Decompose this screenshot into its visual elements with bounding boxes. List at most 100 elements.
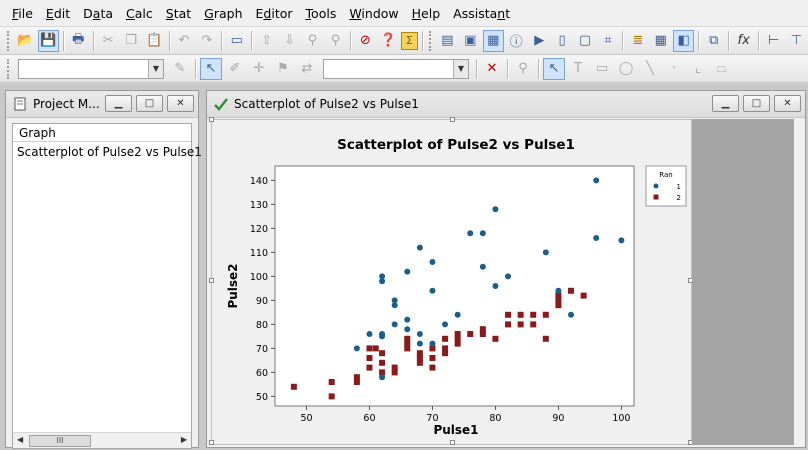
worksheet-icon[interactable]: ▤ bbox=[437, 30, 458, 52]
menu-item[interactable]: Help bbox=[412, 6, 441, 21]
list-header[interactable]: Graph bbox=[13, 124, 191, 142]
data-point-series-2 bbox=[568, 287, 575, 294]
insert-rows-icon[interactable]: ⊢ bbox=[763, 30, 784, 52]
copy-icon[interactable]: ❐ bbox=[121, 30, 142, 52]
data-window-icon[interactable]: ▦ bbox=[650, 30, 671, 52]
close-all-graphs-icon[interactable]: ⧉ bbox=[703, 30, 724, 52]
menu-item[interactable]: File bbox=[12, 6, 33, 21]
toolbar-grip[interactable] bbox=[7, 58, 11, 79]
resize-handle[interactable] bbox=[209, 278, 214, 283]
flag-icon[interactable]: ⚑ bbox=[272, 58, 294, 80]
data-point-series-2 bbox=[454, 331, 461, 337]
separator bbox=[251, 30, 253, 51]
close-button[interactable]: ✕ bbox=[167, 95, 194, 112]
open-icon[interactable]: 📂 bbox=[15, 30, 36, 52]
paste-icon[interactable]: 📋 bbox=[144, 30, 165, 52]
item-select-dropdown[interactable]: ▼ bbox=[18, 58, 164, 79]
separator bbox=[728, 30, 730, 51]
brush-icon[interactable]: ✐ bbox=[224, 58, 246, 80]
y-axis: 50 60 70 80 90 100 110 120 130 140 bbox=[250, 176, 275, 403]
polyline-tool-icon[interactable]: ⌞ bbox=[687, 58, 709, 80]
resize-handle[interactable] bbox=[450, 440, 455, 445]
menu-item[interactable]: Assistant bbox=[453, 6, 510, 21]
find-next-icon[interactable]: ⚲ bbox=[325, 30, 346, 52]
swap-icon[interactable]: ⇄ bbox=[296, 58, 318, 80]
arrow-up-icon[interactable]: ⇧ bbox=[256, 30, 277, 52]
graph-editing-toolbar: ▼ ✎ ↖ ✐ ✛ ⚑ ⇄ ▼ ✕ ⚲ ↖ T ▭ ◯ ╲ · ⌞ ⏢ bbox=[0, 55, 808, 83]
menu-item[interactable]: Window bbox=[349, 6, 398, 21]
formula-icon[interactable]: fx bbox=[733, 30, 754, 52]
new-document-icon[interactable]: ▢ bbox=[575, 30, 596, 52]
help-icon[interactable]: ❓ bbox=[378, 30, 399, 52]
minimize-button[interactable]: ▁ bbox=[712, 95, 739, 112]
maximize-button[interactable]: □ bbox=[136, 95, 163, 112]
cancel-icon[interactable]: ⊘ bbox=[355, 30, 376, 52]
graph-window-titlebar[interactable]: Scatterplot of Pulse2 vs Pulse1 ▁ □ ✕ bbox=[207, 91, 805, 118]
menu-item[interactable]: Calc bbox=[126, 6, 153, 21]
select-pointer-icon[interactable]: ↖ bbox=[200, 57, 222, 80]
standard-toolbar: 📂 💾 🖶 ✂ ❐ 📋 ↶ ↷ ▭ ⇧ ⇩ ⚲ ⚲ ⊘ ❓ Σ ▤ ▣ ▦ ⓘ … bbox=[0, 27, 808, 55]
cut-icon[interactable]: ✂ bbox=[98, 30, 119, 52]
related-docs-icon[interactable]: ⌗ bbox=[598, 30, 619, 52]
assistant-icon[interactable]: Σ bbox=[400, 31, 419, 50]
scroll-left-icon[interactable]: ◀ bbox=[17, 435, 23, 444]
arrow-down-icon[interactable]: ⇩ bbox=[279, 30, 300, 52]
legend-label-2: 2 bbox=[677, 194, 681, 202]
annotation-select-icon[interactable]: ↖ bbox=[543, 57, 565, 80]
toolbar-grip[interactable] bbox=[7, 30, 11, 51]
maximize-button[interactable]: □ bbox=[743, 95, 770, 112]
graph-page[interactable]: Scatterplot of Pulse2 vs Pulse1 50 60 70 80… bbox=[209, 117, 693, 445]
data-point-series-1 bbox=[416, 244, 423, 251]
project-manager-list: Graph Scatterplot of Pulse2 vs Pulse1 ◀ … bbox=[12, 123, 202, 449]
ellipse-tool-icon[interactable]: ◯ bbox=[615, 58, 637, 80]
menu-item[interactable]: Graph bbox=[204, 6, 242, 21]
resize-handle[interactable] bbox=[450, 117, 455, 122]
menu-item[interactable]: Stat bbox=[166, 6, 191, 21]
minimize-button[interactable]: ▁ bbox=[105, 95, 132, 112]
save-icon[interactable]: 💾 bbox=[37, 29, 59, 52]
project-manager-titlebar[interactable]: Project M... ▁ □ ✕ bbox=[6, 91, 198, 118]
scroll-thumb[interactable]: III bbox=[29, 435, 91, 447]
crosshairs-icon[interactable]: ✛ bbox=[248, 58, 270, 80]
zoom-icon[interactable]: ⚲ bbox=[512, 58, 534, 80]
x-tick-label: 90 bbox=[552, 413, 564, 424]
brush-columns-dropdown[interactable]: ▼ bbox=[323, 58, 469, 79]
menu-item[interactable]: Tools bbox=[306, 6, 337, 21]
menu-item[interactable]: Editor bbox=[256, 6, 293, 21]
tile-windows-icon[interactable]: ▣ bbox=[460, 30, 481, 52]
menu-item[interactable]: Edit bbox=[46, 6, 70, 21]
line-tool-icon[interactable]: ╲ bbox=[639, 58, 661, 80]
text-tool-icon[interactable]: T bbox=[567, 58, 589, 80]
resize-handle[interactable] bbox=[209, 440, 214, 445]
scroll-right-icon[interactable]: ▶ bbox=[181, 435, 187, 444]
layout-icon[interactable]: ◧ bbox=[673, 29, 695, 52]
toolbar-grip[interactable] bbox=[428, 30, 433, 51]
undo-icon[interactable]: ↶ bbox=[173, 30, 194, 52]
insert-columns-icon[interactable]: ⊤ bbox=[786, 30, 807, 52]
data-point-series-1 bbox=[505, 273, 512, 280]
data-point-series-2 bbox=[492, 335, 499, 342]
manage-graphs-icon[interactable]: ≣ bbox=[627, 30, 648, 52]
edit-brush-icon[interactable]: ✎ bbox=[169, 58, 191, 80]
session-window-icon[interactable]: ▭ bbox=[226, 30, 247, 52]
rectangle-tool-icon[interactable]: ▭ bbox=[591, 58, 613, 80]
delete-icon[interactable]: ✕ bbox=[481, 58, 503, 80]
list-item-graph[interactable]: Scatterplot of Pulse2 vs Pulse1 bbox=[13, 142, 202, 162]
x-axis: 50 60 70 80 90 100 bbox=[300, 406, 630, 424]
find-icon[interactable]: ⚲ bbox=[302, 30, 323, 52]
marker-tool-icon[interactable]: · bbox=[663, 58, 685, 80]
report-pad-icon[interactable]: ▯ bbox=[552, 30, 573, 52]
polygon-tool-icon[interactable]: ⏢ bbox=[711, 58, 733, 80]
info-icon[interactable]: ⓘ bbox=[506, 30, 527, 52]
separator bbox=[221, 30, 223, 51]
graph-folder-icon[interactable]: ▦ bbox=[482, 29, 504, 52]
print-icon[interactable]: 🖶 bbox=[68, 30, 89, 52]
close-button[interactable]: ✕ bbox=[774, 95, 801, 112]
redo-icon[interactable]: ↷ bbox=[196, 30, 217, 52]
chevron-down-icon: ▼ bbox=[148, 59, 163, 78]
data-point-series-2 bbox=[530, 321, 537, 328]
menu-item[interactable]: Data bbox=[83, 6, 113, 21]
resize-handle[interactable] bbox=[209, 117, 214, 122]
horizontal-scrollbar[interactable]: ◀ III ▶ bbox=[13, 432, 191, 448]
history-icon[interactable]: ▶ bbox=[529, 30, 550, 52]
